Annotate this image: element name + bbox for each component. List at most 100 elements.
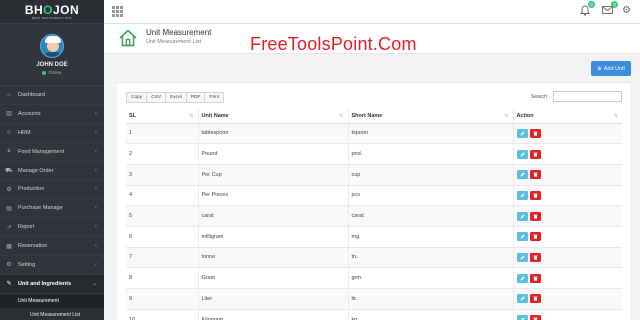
copy-button[interactable]: Copy	[126, 92, 148, 103]
table-row: 2 Pound pnd.	[126, 143, 622, 165]
search-label: Search:	[531, 94, 549, 100]
edit-button[interactable]	[516, 273, 528, 283]
sidebar-item-report[interactable]: ↗ Report ‹	[0, 218, 104, 238]
table-row: 10 Kilogram kg.	[126, 309, 622, 320]
cell-short-name: grm.	[347, 267, 513, 289]
notifications-button[interactable]: 0	[580, 1, 595, 20]
cell-sl: 1	[126, 123, 198, 145]
trash-icon	[533, 193, 537, 198]
delete-button[interactable]	[529, 232, 541, 242]
settings-button[interactable]: ⚙	[622, 5, 631, 17]
edit-button[interactable]	[516, 232, 528, 242]
sidebar-item-label: Purchase Manage	[18, 205, 63, 212]
table-row: 9 Liter ltr.	[126, 288, 622, 310]
edit-button[interactable]	[516, 128, 528, 138]
sidebar-item-hrm[interactable]: ☺ HRM ‹	[0, 124, 104, 143]
gear-icon: ⚙	[6, 262, 12, 269]
cell-unit-name: carat	[197, 205, 348, 227]
csv-button[interactable]: CSV	[146, 92, 167, 103]
sidebar-subitem-unit-measurement[interactable]: Unit Measurement	[0, 293, 104, 308]
pencil-icon	[520, 276, 524, 281]
cell-action	[512, 205, 622, 227]
column-header-short-name[interactable]: Short Name ⇅	[347, 109, 513, 124]
trash-icon	[533, 152, 537, 157]
edit-button[interactable]	[516, 294, 528, 304]
cell-short-name: kg.	[347, 309, 513, 320]
edit-button[interactable]	[516, 211, 528, 221]
sidebar-item-accounts[interactable]: ▥ Accounts ‹	[0, 105, 104, 124]
home-icon: ⌂	[7, 91, 11, 98]
delete-button[interactable]	[529, 252, 541, 262]
pdf-button[interactable]: PDF	[185, 92, 206, 103]
column-header-unit-name[interactable]: Unit Name ⇅	[197, 109, 348, 124]
column-header-sl[interactable]: SL ⇅	[126, 109, 198, 124]
avatar[interactable]	[40, 34, 64, 58]
cell-short-name: mg.	[347, 226, 513, 248]
chart-icon: ↗	[6, 224, 12, 231]
delete-button[interactable]	[529, 273, 541, 283]
edit-button[interactable]	[516, 149, 528, 159]
cell-sl: 7	[126, 247, 198, 269]
chevron-left-icon: ‹	[95, 167, 97, 174]
table-row: 1 tablespoon tspoon	[126, 123, 622, 145]
cell-unit-name: Liter	[197, 288, 348, 310]
sidebar-item-reservation[interactable]: ▦ Reservation ‹	[0, 237, 104, 257]
pencil-icon	[520, 193, 524, 198]
cell-unit-name: Kilogram	[197, 309, 348, 320]
cell-sl: 4	[126, 185, 198, 207]
delete-button[interactable]	[529, 294, 541, 304]
pencil-icon	[520, 214, 524, 219]
delete-button[interactable]	[529, 149, 541, 159]
sort-icon: ⇅	[613, 112, 618, 119]
home-icon	[119, 29, 137, 47]
pencil-icon	[520, 234, 524, 239]
delete-button[interactable]	[529, 128, 541, 138]
edit-button[interactable]	[516, 315, 528, 320]
production-icon: ⚙	[6, 186, 12, 193]
delete-button[interactable]	[529, 211, 541, 221]
sidebar-item-purchase-manage[interactable]: ▤ Purchase Manage ‹	[0, 199, 104, 219]
sidebar-item-manage-order[interactable]: ⛟ Manage Order ‹	[0, 162, 104, 181]
cell-action	[512, 247, 622, 269]
delete-button[interactable]	[529, 190, 541, 200]
message-count-badge: 0	[611, 1, 618, 8]
column-header-action[interactable]: Action ⇅	[512, 109, 622, 124]
pencil-icon	[520, 172, 524, 177]
apps-grid-icon[interactable]	[112, 6, 123, 17]
sidebar-item-label: Report	[18, 224, 35, 231]
table-row: 5 carat carat	[126, 205, 622, 227]
sidebar-item-label: Food Management	[18, 148, 65, 155]
utensils-icon: ⚘	[6, 149, 12, 156]
sidebar-item-dashboard[interactable]: ⌂ Dashboard	[0, 86, 104, 105]
edit-button[interactable]	[516, 252, 528, 262]
cell-unit-name: Per Pieces	[197, 185, 348, 207]
add-unit-button[interactable]: ⊕ Add Unit	[591, 61, 631, 76]
search-input[interactable]	[553, 91, 622, 102]
print-button[interactable]: Print	[204, 92, 225, 103]
sidebar-item-food-management[interactable]: ⚘ Food Management ‹	[0, 143, 104, 162]
delete-button[interactable]	[529, 315, 541, 320]
messages-button[interactable]: 0	[602, 1, 618, 19]
user-profile: JOHN DOE Online	[0, 24, 104, 86]
sidebar-item-production[interactable]: ⚙ Production ‹	[0, 180, 104, 200]
brand-logo[interactable]: BHOJON BEST RESTAURANT POS	[0, 0, 104, 24]
edit-button[interactable]	[516, 190, 528, 200]
sidebar-item-unit-and-ingredients[interactable]: ✎ Unit and Ingredients ⌄	[0, 274, 104, 294]
pencil-icon	[520, 296, 524, 301]
excel-button[interactable]: Excel	[165, 92, 187, 103]
delete-button[interactable]	[529, 170, 541, 180]
trash-icon	[533, 172, 537, 177]
sidebar-item-label: Manage Order	[18, 167, 54, 174]
cell-short-name: tspoon	[347, 123, 513, 145]
chevron-left-icon: ‹	[95, 261, 97, 268]
user-name: JOHN DOE	[36, 62, 68, 68]
edit-button[interactable]	[516, 170, 528, 180]
sidebar-item-setting[interactable]: ⚙ Setting ‹	[0, 256, 104, 275]
cell-unit-name: tablespoon	[197, 123, 348, 145]
table-body: 1 tablespoon tspoon 2 Pound pnd. 3 Per Cup cup 4 P…	[126, 123, 622, 320]
trash-icon	[533, 214, 537, 219]
sort-icon: ⇅	[339, 112, 344, 119]
sidebar-subitem-unit-measurement-list[interactable]: Unit Measurement List	[0, 307, 104, 320]
sidebar-menu: ⌂ Dashboard ▥ Accounts ‹ ☺ HRM ‹ ⚘ Food …	[0, 86, 104, 320]
brand-name-left: BH	[24, 2, 44, 17]
